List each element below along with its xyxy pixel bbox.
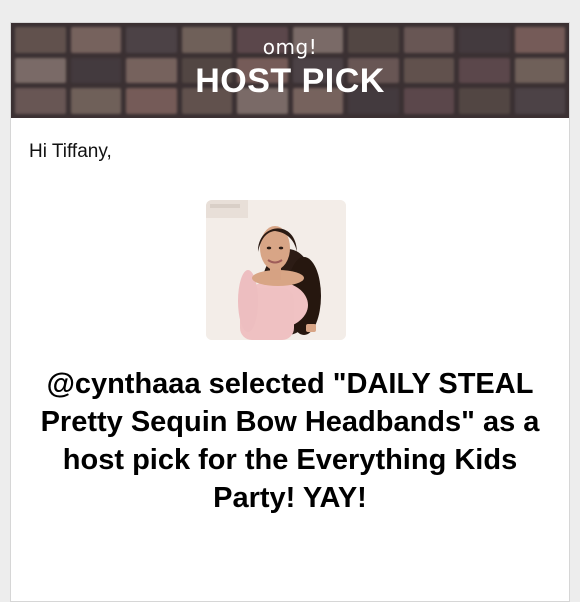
host-pick-message: @cynthaaa selected "DAILY STEAL Pretty S… <box>40 368 540 514</box>
host-avatar-photo <box>206 200 346 340</box>
greeting-text: Hi Tiffany, <box>29 141 112 162</box>
banner-heading: omg! HOST PICK <box>11 23 569 118</box>
host-pick-banner: omg! HOST PICK <box>11 23 569 118</box>
host-pick-email-card: omg! HOST PICK Hi Tiffany, @cynthaaa sel… <box>10 22 570 602</box>
banner-title: HOST PICK <box>195 62 385 100</box>
host-avatar[interactable] <box>206 200 346 340</box>
banner-subtitle: omg! <box>262 35 318 59</box>
